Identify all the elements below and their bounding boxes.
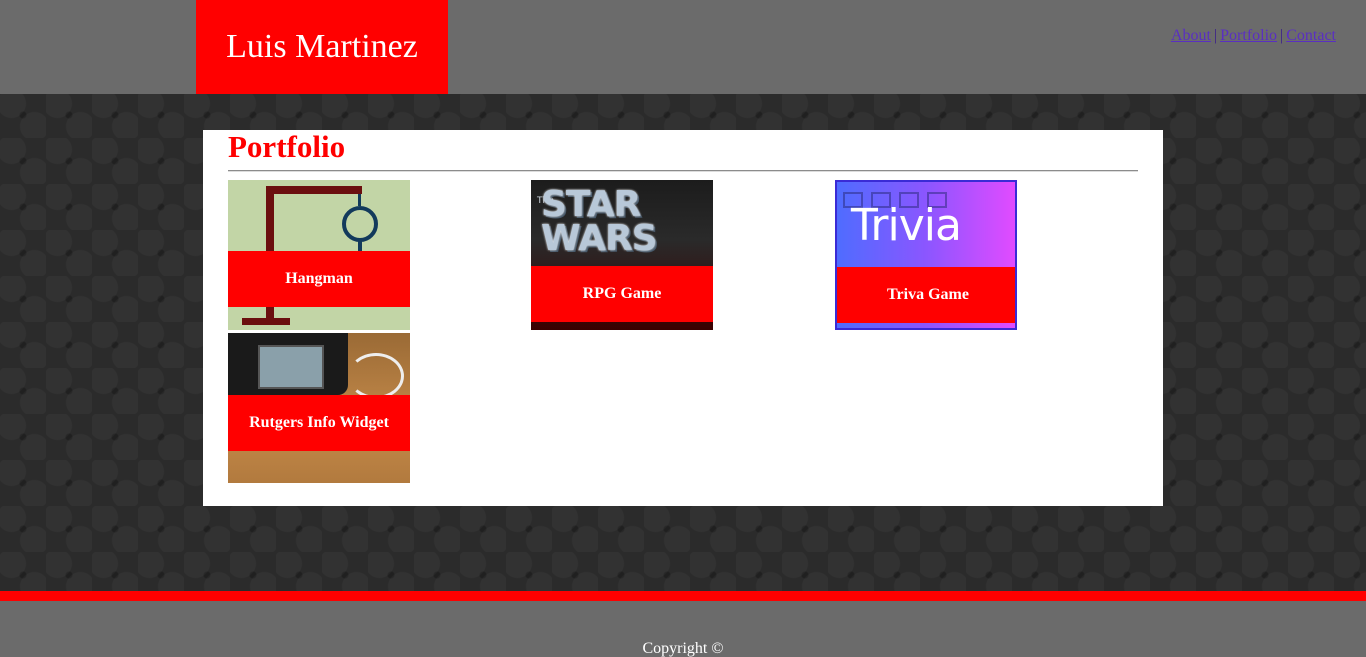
footer-accent-stripe bbox=[0, 591, 1366, 601]
title-divider bbox=[228, 170, 1138, 172]
portfolio-item-label: Hangman bbox=[228, 251, 410, 307]
page-title: Portfolio bbox=[228, 129, 346, 164]
site-brand[interactable]: Luis Martinez bbox=[196, 0, 448, 94]
nav-link-contact[interactable]: Contact bbox=[1286, 27, 1336, 44]
brand-name: Luis Martinez bbox=[226, 28, 418, 65]
phone-screen bbox=[258, 345, 324, 389]
portfolio-item-label: Rutgers Info Widget bbox=[228, 395, 410, 451]
earbud-cable bbox=[348, 353, 404, 399]
star-wars-logo: STAR WARS bbox=[541, 184, 658, 259]
portfolio-item-hangman[interactable]: Hangman bbox=[228, 180, 410, 330]
site-footer: Copyright © bbox=[0, 601, 1366, 657]
gallows-beam bbox=[266, 186, 362, 194]
stick-figure-head bbox=[342, 206, 378, 242]
gallows-base bbox=[242, 318, 290, 325]
portfolio-item-label: Triva Game bbox=[837, 267, 1015, 323]
portfolio-item-rutgers-widget[interactable]: Rutgers Info Widget bbox=[228, 333, 410, 483]
portfolio-panel: Portfolio Hangman The STAR WARS RPG Game… bbox=[203, 130, 1163, 506]
nav-separator: | bbox=[1213, 27, 1218, 44]
top-nav: About | Portfolio | Contact bbox=[1171, 27, 1336, 45]
gallows-rope bbox=[358, 194, 361, 206]
portfolio-item-label: RPG Game bbox=[531, 266, 713, 322]
site-header: Luis Martinez About | Portfolio | Contact bbox=[0, 0, 1366, 94]
nav-link-about[interactable]: About bbox=[1171, 27, 1211, 44]
copyright-text: Copyright © bbox=[642, 640, 724, 657]
nav-link-portfolio[interactable]: Portfolio bbox=[1220, 27, 1277, 44]
phone-image bbox=[228, 333, 348, 395]
portfolio-item-rpg-game[interactable]: The STAR WARS RPG Game bbox=[531, 180, 713, 330]
trivia-logo: Trivia bbox=[851, 200, 962, 251]
portfolio-item-trivia-game[interactable]: Trivia Triva Game bbox=[835, 180, 1017, 330]
nav-separator: | bbox=[1280, 27, 1284, 44]
